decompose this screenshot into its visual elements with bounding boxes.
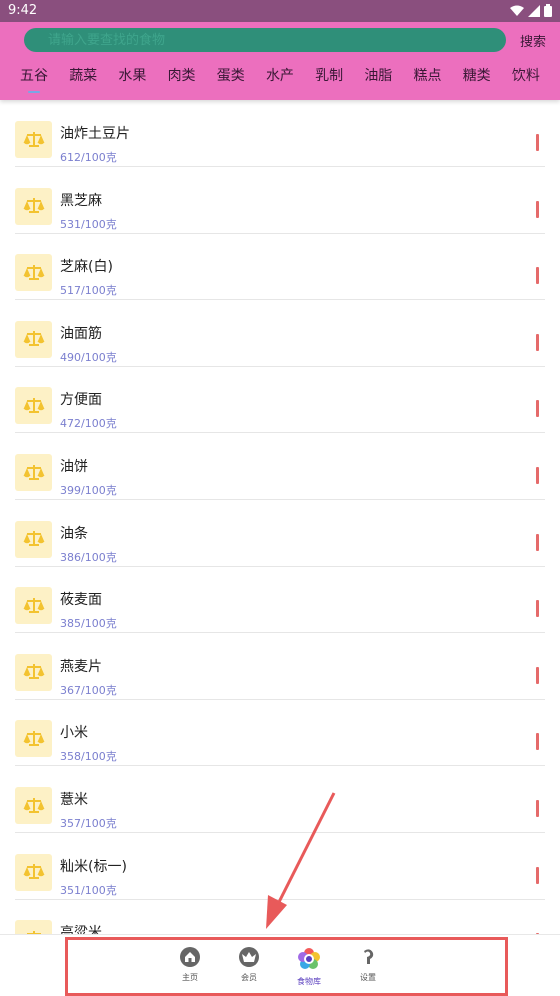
food-calories: 472/100克 — [60, 417, 117, 431]
tab-10[interactable]: 饮料 — [502, 66, 550, 98]
status-time: 9:42 — [8, 3, 38, 18]
calorie-level-bar — [536, 533, 539, 551]
food-calories: 386/100克 — [60, 550, 117, 564]
food-row[interactable]: 小米 358/100克 — [15, 699, 545, 767]
food-name: 籼米(标一) — [60, 858, 127, 875]
calorie-level-bar — [536, 267, 539, 285]
food-calories: 531/100克 — [60, 217, 117, 231]
food-row[interactable]: 莜麦面 385/100克 — [15, 566, 545, 634]
food-name: 莜麦面 — [60, 592, 102, 609]
scale-icon — [15, 254, 52, 292]
food-row[interactable]: 油饼 399/100克 — [15, 433, 545, 500]
scale-icon — [15, 387, 52, 425]
food-calories: 351/100克 — [60, 883, 117, 897]
food-name: 薏米 — [60, 792, 88, 808]
tab-4[interactable]: 蛋类 — [207, 66, 255, 98]
food-name: 黑芝麻 — [60, 192, 102, 209]
scale-icon — [15, 720, 52, 758]
calorie-level-bar — [536, 866, 539, 884]
search-input[interactable] — [24, 28, 506, 52]
search-button[interactable]: 搜索 — [514, 30, 552, 50]
food-calories: 385/100克 — [60, 617, 117, 631]
food-row[interactable]: 黑芝麻 531/100克 — [15, 167, 545, 234]
food-calories: 358/100克 — [60, 750, 117, 764]
food-list[interactable]: 油炸土豆片 612/100克 黑芝麻 531/100克 芝麻(白) 517/100克 油面筋… — [0, 100, 560, 934]
food-row[interactable]: 油炸土豆片 612/100克 — [15, 100, 545, 167]
calorie-level-bar — [536, 666, 539, 684]
food-calories: 357/100克 — [60, 817, 117, 830]
calorie-level-bar — [536, 333, 539, 351]
tab-6[interactable]: 乳制 — [305, 66, 353, 98]
food-row[interactable]: 籼米(标一) 351/100克 — [15, 833, 545, 900]
food-name: 油饼 — [60, 459, 88, 475]
annotation-highlight-box — [65, 937, 508, 996]
food-calories: 367/100克 — [60, 683, 117, 697]
calorie-level-bar — [536, 800, 539, 817]
food-row[interactable]: 方便面 472/100克 — [15, 366, 545, 434]
food-row[interactable]: 燕麦片 367/100克 — [15, 633, 545, 700]
tab-9[interactable]: 糖类 — [453, 66, 501, 98]
food-name: 燕麦片 — [60, 658, 102, 675]
scale-icon — [15, 454, 52, 491]
calorie-level-bar — [536, 600, 539, 618]
tab-5[interactable]: 水产 — [256, 66, 304, 98]
food-name: 高粱米 — [60, 925, 102, 934]
tab-8[interactable]: 糕点 — [404, 66, 452, 98]
food-row[interactable]: 油面筋 490/100克 — [15, 300, 545, 367]
signal-icon — [528, 4, 540, 20]
scale-icon — [15, 587, 52, 625]
scale-icon — [15, 320, 52, 358]
food-calories: 399/100克 — [60, 484, 117, 497]
food-name: 油面筋 — [60, 325, 102, 342]
tab-7[interactable]: 油脂 — [354, 66, 402, 98]
food-calories: 517/100克 — [60, 284, 117, 298]
food-name: 小米 — [60, 725, 88, 742]
food-row[interactable]: 高粱米 — [15, 899, 545, 934]
food-row[interactable]: 薏米 357/100克 — [15, 766, 545, 833]
food-name: 油炸土豆片 — [60, 126, 130, 142]
category-tabs: 五谷 蔬菜 水果 肉类 蛋类 水产 乳制 油脂 糕点 糖类 饮料 — [10, 66, 550, 98]
tab-0[interactable]: 五谷 — [10, 66, 58, 98]
food-row[interactable]: 油条 386/100克 — [15, 500, 545, 567]
tab-1[interactable]: 蔬菜 — [59, 66, 107, 98]
calorie-level-bar — [536, 400, 539, 418]
calorie-level-bar — [536, 467, 539, 484]
scale-icon — [15, 787, 52, 824]
food-calories: 612/100克 — [60, 151, 117, 164]
scale-icon — [15, 653, 52, 691]
food-calories: 490/100克 — [60, 350, 117, 364]
calorie-level-bar — [536, 200, 539, 218]
scale-icon — [15, 187, 52, 225]
calorie-level-bar — [536, 134, 539, 151]
scale-icon — [15, 520, 52, 558]
status-icons — [510, 4, 552, 20]
status-bar: 9:42 — [0, 0, 560, 22]
wifi-icon — [510, 5, 524, 20]
battery-icon — [544, 4, 552, 20]
calorie-level-bar — [536, 733, 539, 751]
tab-2[interactable]: 水果 — [108, 66, 156, 98]
scale-icon — [15, 920, 52, 934]
food-row[interactable]: 芝麻(白) 517/100克 — [15, 233, 545, 301]
app-header: 搜索 五谷蔬菜水果肉类蛋类水产乳制油脂糕点糖类饮料 — [0, 22, 560, 100]
food-name: 芝麻(白) — [60, 259, 113, 276]
scale-icon — [15, 853, 52, 891]
scale-icon — [15, 121, 52, 158]
food-name: 方便面 — [60, 392, 102, 409]
tab-3[interactable]: 肉类 — [158, 66, 206, 98]
food-name: 油条 — [60, 525, 88, 542]
